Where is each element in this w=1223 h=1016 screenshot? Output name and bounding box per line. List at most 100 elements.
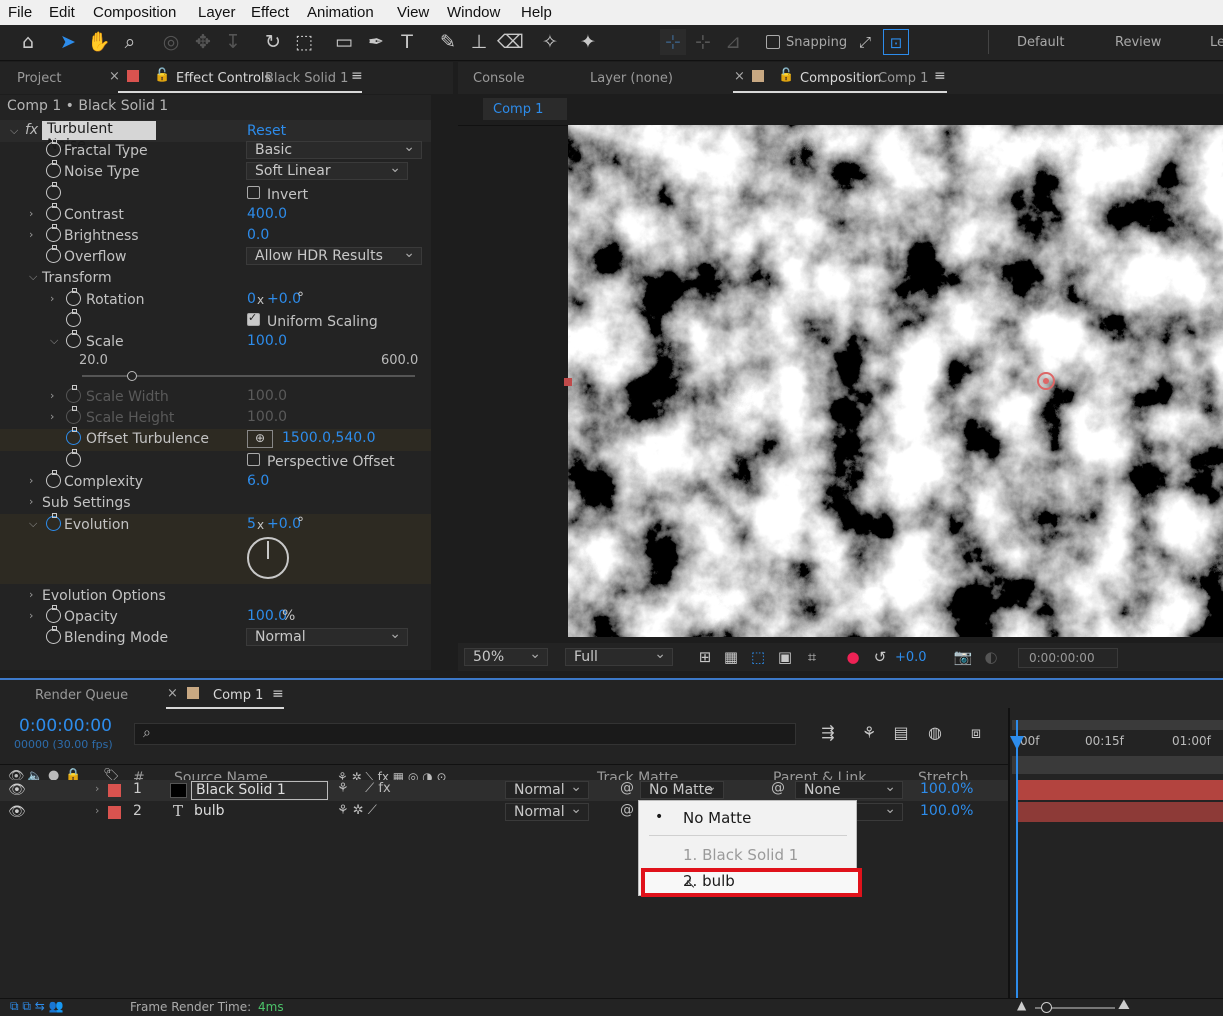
lock-icon[interactable]: 🔓 xyxy=(154,68,170,83)
chevron-right-icon[interactable]: › xyxy=(29,228,33,241)
puppet-pin-icon[interactable]: ✦ xyxy=(575,29,601,55)
noise-render[interactable] xyxy=(568,125,1223,637)
menu-help[interactable]: Help xyxy=(521,4,552,21)
rotation-tool-icon[interactable]: ↻ xyxy=(260,29,286,55)
pan-behind-icon[interactable]: ⬚ xyxy=(291,29,317,55)
menu-view[interactable]: View xyxy=(397,4,429,21)
stopwatch-icon[interactable] xyxy=(46,605,61,623)
roto-brush-icon[interactable]: ✧ xyxy=(537,29,563,55)
current-time-display[interactable]: 0:00:00:00 xyxy=(1018,648,1118,668)
matte-pickwhip-icon[interactable]: @ xyxy=(620,780,634,796)
effect-name[interactable]: Turbulent Noise xyxy=(42,121,156,153)
layer-name[interactable]: bulb xyxy=(194,803,225,819)
stopwatch-icon[interactable] xyxy=(46,182,61,200)
workspace-review[interactable]: Review xyxy=(1115,35,1161,50)
chevron-right-icon[interactable]: › xyxy=(50,292,54,305)
anchor-handle[interactable] xyxy=(564,378,572,386)
chevron-right-icon[interactable]: › xyxy=(29,588,33,601)
menu-item-no-matte[interactable]: No Matte xyxy=(683,809,751,827)
stretch-value[interactable]: 100.0% xyxy=(920,803,973,819)
chevron-right-icon[interactable]: › xyxy=(29,207,33,220)
noise-type-dropdown[interactable]: Soft Linear xyxy=(246,160,408,180)
zoom-slider-knob[interactable] xyxy=(1041,1002,1052,1013)
layer-search-input[interactable]: ⌕ xyxy=(134,723,796,745)
evolution-revolutions[interactable]: 5 xyxy=(247,516,256,532)
menu-composition[interactable]: Composition xyxy=(93,4,176,21)
scale-value[interactable]: 100.0 xyxy=(247,333,287,349)
tab-render-queue[interactable]: Render Queue xyxy=(35,688,128,703)
transparency-grid-icon[interactable]: ▦ xyxy=(718,644,744,670)
panel-menu-icon[interactable]: ≡ xyxy=(351,68,363,84)
resolution-dropdown[interactable]: Full xyxy=(565,646,673,666)
grid-guides-icon[interactable]: ⌗ xyxy=(799,644,825,670)
type-tool-icon[interactable]: T xyxy=(394,29,420,55)
stopwatch-icon[interactable] xyxy=(66,309,81,327)
home-icon[interactable]: ⌂ xyxy=(15,29,41,55)
fx-icon[interactable]: fx xyxy=(25,122,38,138)
chevron-right-icon[interactable]: › xyxy=(95,804,99,817)
comp-subtab[interactable]: Comp 1 xyxy=(483,98,567,120)
exposure-value[interactable]: +0.0 xyxy=(895,650,927,665)
stopwatch-icon[interactable] xyxy=(66,330,81,348)
layer-bar-2[interactable] xyxy=(1017,802,1223,822)
panel-menu-icon[interactable]: ≡ xyxy=(272,686,284,702)
evolution-degrees[interactable]: +0.0 xyxy=(267,516,301,532)
chevron-down-icon[interactable]: ⌵ xyxy=(50,334,58,348)
stopwatch-icon[interactable] xyxy=(66,449,81,467)
current-timecode[interactable]: 0:00:00:00 xyxy=(19,716,112,736)
chevron-down-icon[interactable]: ⌵ xyxy=(10,124,18,138)
snap-grid-icon[interactable]: ⊡ xyxy=(883,29,909,55)
clone-stamp-icon[interactable]: ⊥ xyxy=(466,29,492,55)
work-area-bar[interactable] xyxy=(1012,720,1223,730)
stretch-value[interactable]: 100.0% xyxy=(920,781,973,797)
panel-menu-icon[interactable]: ≡ xyxy=(934,68,946,84)
close-icon[interactable]: × xyxy=(167,686,178,701)
chevron-down-icon[interactable]: ⌵ xyxy=(29,517,37,531)
scale-slider-knob[interactable] xyxy=(126,371,137,381)
tab-effect-controls[interactable]: Effect Controls xyxy=(176,71,271,86)
layer-color-swatch[interactable] xyxy=(108,806,121,819)
chevron-right-icon[interactable]: › xyxy=(29,474,33,487)
time-navigator[interactable] xyxy=(1012,756,1223,774)
eraser-tool-icon[interactable]: ⌫ xyxy=(497,29,524,55)
draft-3d-icon[interactable]: ⚘ xyxy=(856,720,882,746)
layer-switches[interactable]: ⚘ ⟋ fx xyxy=(337,781,391,796)
rgb-channels-icon[interactable]: ● xyxy=(840,644,866,670)
tab-layer[interactable]: Layer (none) xyxy=(590,71,673,86)
reset-link[interactable]: Reset xyxy=(247,123,286,139)
graph-editor-icon[interactable]: ⧈ xyxy=(963,720,989,746)
workspace-default[interactable]: Default xyxy=(1017,35,1065,50)
snap-edge-icon[interactable]: ⤢ xyxy=(852,29,878,55)
blend-mode-dropdown[interactable]: Normal xyxy=(505,801,589,821)
offset-turbulence-value[interactable]: 1500.0,540.0 xyxy=(282,430,376,446)
stopwatch-icon[interactable] xyxy=(46,470,61,488)
selection-tool-icon[interactable]: ➤ xyxy=(55,29,81,55)
parent-dropdown[interactable]: None xyxy=(795,779,903,799)
chevron-right-icon[interactable]: › xyxy=(95,782,99,795)
stopwatch-icon[interactable] xyxy=(46,203,61,221)
menu-edit[interactable]: Edit xyxy=(49,4,75,21)
stopwatch-icon[interactable] xyxy=(46,245,61,263)
stopwatch-active-icon[interactable] xyxy=(46,513,61,531)
axis-view-icon[interactable]: ⊿ xyxy=(720,29,746,55)
chevron-right-icon[interactable]: › xyxy=(29,495,33,508)
blending-mode-dropdown[interactable]: Normal xyxy=(246,626,408,646)
region-of-interest-icon[interactable]: ▣ xyxy=(772,644,798,670)
workspace-more[interactable]: Le xyxy=(1210,35,1223,50)
track-matte-dropdown[interactable]: No Matte xyxy=(640,779,724,799)
hand-tool-icon[interactable]: ✋ xyxy=(86,29,112,55)
stopwatch-icon[interactable] xyxy=(46,626,61,644)
rotation-degrees[interactable]: +0.0 xyxy=(267,291,301,307)
rectangle-tool-icon[interactable]: ▭ xyxy=(331,29,357,55)
dolly-camera-icon[interactable]: ↧ xyxy=(220,29,246,55)
invert-checkbox[interactable] xyxy=(247,186,260,199)
lock-icon[interactable]: 🔓 xyxy=(778,68,794,83)
tab-project[interactable]: Project xyxy=(17,71,61,86)
tab-composition[interactable]: Composition xyxy=(800,71,881,86)
close-icon[interactable]: × xyxy=(109,69,120,84)
rotation-revolutions[interactable]: 0 xyxy=(247,291,256,307)
stopwatch-icon[interactable] xyxy=(46,139,61,157)
layer-name[interactable]: Black Solid 1 xyxy=(191,781,328,800)
menu-animation[interactable]: Animation xyxy=(307,4,374,21)
perspective-offset-checkbox[interactable] xyxy=(247,453,260,466)
